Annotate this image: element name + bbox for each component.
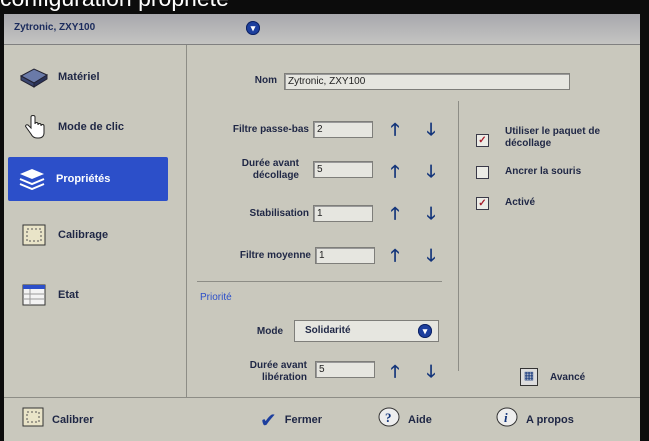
layers-icon xyxy=(16,166,48,192)
about-label: A propos xyxy=(526,414,574,426)
checkmark-icon: ✔ xyxy=(260,409,277,432)
lowpass-input[interactable]: 2 xyxy=(313,121,373,138)
info-icon: i xyxy=(496,407,518,433)
stabilization-label: Stabilisation xyxy=(249,208,309,219)
sidebar-item-label: Matériel xyxy=(58,71,100,83)
priority-divider xyxy=(197,281,442,282)
sidebar-item-materiel[interactable]: Matériel xyxy=(10,55,180,99)
sidebar: Matériel Mode de clic Propriétés Calibra… xyxy=(4,45,187,397)
sidebar-item-label: Etat xyxy=(58,289,79,301)
advanced-button[interactable]: ▦ Avancé xyxy=(520,368,585,386)
calibration-icon xyxy=(18,222,50,248)
sidebar-item-label: Propriétés xyxy=(56,173,111,185)
release-delay-decrease-button[interactable]: 🡓 xyxy=(423,363,439,380)
hand-pointer-icon xyxy=(18,114,50,140)
properties-window: Zytronic, ZXY100 ▾ Matériel Mode de clic… xyxy=(4,14,640,441)
enabled-checkbox[interactable]: ✓ xyxy=(476,197,489,210)
use-liftoff-packet-checkbox[interactable]: ✓ xyxy=(476,134,489,147)
title-bar: Zytronic, ZXY100 ▾ xyxy=(4,14,640,45)
liftoff-delay-decrease-button[interactable]: 🡓 xyxy=(423,163,439,180)
chevron-down-icon[interactable]: ▾ xyxy=(418,324,432,338)
hardware-icon xyxy=(18,64,50,90)
mode-selected-value: Solidarité xyxy=(305,325,351,336)
stabilization-increase-button[interactable]: 🡑 xyxy=(387,205,403,222)
window-menu-button[interactable]: ▾ xyxy=(246,21,260,35)
lowpass-increase-button[interactable]: 🡑 xyxy=(387,121,403,138)
close-label: Fermer xyxy=(284,414,323,426)
photo-caption: configuration propriété xyxy=(0,0,340,10)
enabled-label: Activé xyxy=(505,197,536,208)
stabilization-decrease-button[interactable]: 🡓 xyxy=(423,205,439,222)
average-filter-decrease-button[interactable]: 🡓 xyxy=(423,247,439,264)
release-delay-label: Durée avant libération xyxy=(249,360,307,383)
advanced-grid-icon: ▦ xyxy=(520,368,538,386)
lowpass-decrease-button[interactable]: 🡓 xyxy=(423,121,439,138)
calibrate-button[interactable]: Calibrer xyxy=(22,406,94,434)
sidebar-item-calibrage[interactable]: Calibrage xyxy=(10,213,180,257)
anchor-mouse-label: Ancrer la souris xyxy=(505,166,582,177)
sidebar-item-mode-de-clic[interactable]: Mode de clic xyxy=(10,105,180,149)
status-table-icon xyxy=(18,282,50,308)
vertical-divider xyxy=(458,101,459,371)
footer-bar: Calibrer ✔ Fermer ? Aide i A propos xyxy=(4,397,640,441)
liftoff-delay-increase-button[interactable]: 🡑 xyxy=(387,163,403,180)
sidebar-item-label: Calibrage xyxy=(58,229,109,241)
properties-panel: Nom Zytronic, ZXY100 Filtre passe-bas 2 … xyxy=(187,45,640,397)
average-filter-increase-button[interactable]: 🡑 xyxy=(387,247,403,264)
about-button[interactable]: i A propos xyxy=(496,406,574,434)
use-liftoff-packet-label: Utiliser le paquet de décollage xyxy=(505,126,601,149)
sidebar-item-label: Mode de clic xyxy=(58,121,125,133)
liftoff-delay-input[interactable]: 5 xyxy=(313,161,373,178)
calibrate-label: Calibrer xyxy=(52,414,94,426)
average-filter-label: Filtre moyenne xyxy=(239,250,311,261)
average-filter-input[interactable]: 1 xyxy=(315,247,375,264)
calibration-icon xyxy=(22,407,44,433)
name-label: Nom xyxy=(254,75,277,86)
sidebar-item-proprietes[interactable]: Propriétés xyxy=(8,157,168,201)
advanced-label: Avancé xyxy=(550,371,586,383)
name-input[interactable]: Zytronic, ZXY100 xyxy=(284,73,570,90)
lowpass-label: Filtre passe-bas xyxy=(232,124,309,135)
liftoff-delay-label: Durée avant décollage xyxy=(241,158,299,181)
release-delay-increase-button[interactable]: 🡑 xyxy=(387,363,403,380)
help-icon: ? xyxy=(378,407,400,433)
sidebar-item-etat[interactable]: Etat xyxy=(10,273,180,317)
mode-label: Mode xyxy=(256,326,283,337)
priority-section-title: Priorité xyxy=(200,292,232,303)
window-title: Zytronic, ZXY100 xyxy=(14,22,96,33)
close-button[interactable]: ✔ Fermer xyxy=(260,406,322,434)
stabilization-input[interactable]: 1 xyxy=(313,205,373,222)
mode-select[interactable]: Solidarité ▾ xyxy=(294,320,439,342)
svg-text:?: ? xyxy=(385,410,392,425)
svg-text:i: i xyxy=(504,410,508,425)
anchor-mouse-checkbox[interactable] xyxy=(476,166,489,179)
help-button[interactable]: ? Aide xyxy=(378,406,432,434)
release-delay-input[interactable]: 5 xyxy=(315,361,375,378)
help-label: Aide xyxy=(408,414,432,426)
